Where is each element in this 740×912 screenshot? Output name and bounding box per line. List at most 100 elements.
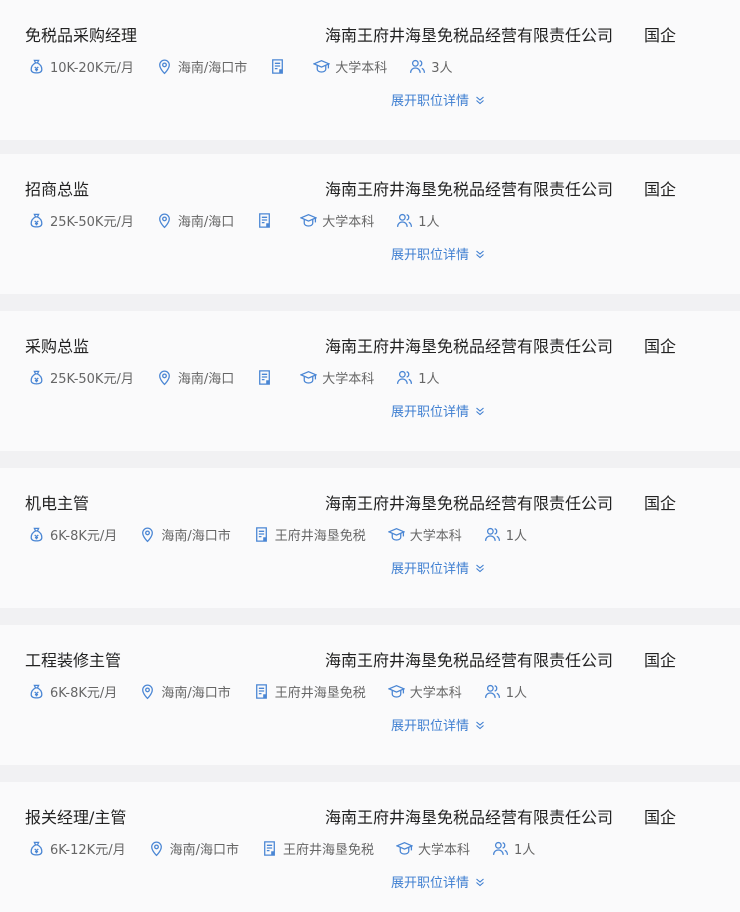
chevron-down-icon[interactable]: [469, 877, 485, 887]
people-icon: [396, 369, 418, 386]
expand-details-label[interactable]: 展开职位详情: [391, 244, 469, 263]
company-name[interactable]: 海南王府井海垦免税品经营有限责任公司: [325, 180, 613, 200]
job-list: 免税品采购经理 海南王府井海垦免税品经营有限责任公司 国企 10K-20K元/月…: [0, 0, 740, 912]
expand-details-link[interactable]: 展开职位详情: [391, 715, 485, 734]
salary-text: 10K-20K元/月: [50, 60, 134, 76]
headcount-item: 1人: [396, 211, 440, 230]
headcount-item: 1人: [484, 682, 527, 701]
company-type: 国企: [644, 180, 677, 199]
headcount-text: 1人: [418, 214, 440, 230]
education-text: 大学本科: [335, 60, 388, 76]
education-item: 大学本科: [387, 682, 462, 701]
job-card[interactable]: 免税品采购经理 海南王府井海垦免税品经营有限责任公司 国企 10K-20K元/月…: [0, 0, 740, 140]
salary-text: 6K-8K元/月: [50, 685, 118, 701]
document-icon: [253, 683, 275, 700]
salary-text: 6K-8K元/月: [50, 528, 118, 544]
department-item: [256, 369, 278, 386]
chevron-down-icon[interactable]: [469, 406, 485, 416]
location-text: 海南/海口市: [161, 528, 231, 544]
education-item: 大学本科: [395, 839, 470, 858]
company-type: 国企: [644, 494, 677, 513]
job-title[interactable]: 工程装修主管: [25, 651, 121, 671]
location-pin-icon: [139, 683, 161, 700]
headcount-item: 1人: [492, 839, 535, 858]
location-text: 海南/海口市: [161, 685, 231, 701]
company-name[interactable]: 海南王府井海垦免税品经营有限责任公司: [325, 26, 613, 46]
salary-item: 25K-50K元/月: [28, 211, 134, 230]
job-meta: 25K-50K元/月 海南/海口 大学本科 1人: [28, 210, 462, 230]
graduation-cap-icon: [387, 526, 410, 543]
location-pin-icon: [139, 526, 161, 543]
education-text: 大学本科: [409, 685, 462, 701]
location-item: 海南/海口市: [139, 682, 231, 701]
expand-details-label[interactable]: 展开职位详情: [391, 558, 469, 577]
department-text: 王府井海垦免税: [274, 685, 366, 701]
location-pin-icon: [148, 840, 170, 857]
people-icon: [396, 212, 418, 229]
location-item: 海南/海口: [156, 368, 234, 387]
location-item: 海南/海口: [156, 211, 234, 230]
chevron-down-icon[interactable]: [469, 720, 485, 730]
chevron-down-icon[interactable]: [469, 95, 485, 105]
job-title[interactable]: 报关经理/主管: [25, 808, 126, 828]
job-title[interactable]: 招商总监: [25, 180, 89, 200]
expand-details-label[interactable]: 展开职位详情: [391, 401, 469, 420]
headcount-text: 3人: [431, 60, 453, 76]
salary-item: 6K-12K元/月: [28, 839, 126, 858]
chevron-down-icon[interactable]: [469, 563, 485, 573]
expand-details-link[interactable]: 展开职位详情: [391, 244, 485, 263]
headcount-item: 1人: [484, 525, 527, 544]
job-title[interactable]: 采购总监: [25, 337, 89, 357]
expand-details-link[interactable]: 展开职位详情: [391, 872, 485, 891]
people-icon: [409, 58, 431, 75]
expand-details-label[interactable]: 展开职位详情: [391, 872, 469, 891]
job-card[interactable]: 报关经理/主管 海南王府井海垦免税品经营有限责任公司 国企 6K-12K元/月 …: [0, 782, 740, 912]
job-card[interactable]: 工程装修主管 海南王府井海垦免税品经营有限责任公司 国企 6K-8K元/月 海南…: [0, 625, 740, 765]
job-card[interactable]: 采购总监 海南王府井海垦免税品经营有限责任公司 国企 25K-50K元/月 海南…: [0, 311, 740, 451]
job-meta: 10K-20K元/月 海南/海口市 大学本科 3人: [28, 56, 475, 76]
company-type: 国企: [644, 337, 677, 356]
department-text: 王府井海垦免税: [274, 528, 366, 544]
people-icon: [492, 840, 514, 857]
location-item: 海南/海口市: [139, 525, 231, 544]
job-meta: 25K-50K元/月 海南/海口 大学本科 1人: [28, 367, 462, 387]
salary-text: 25K-50K元/月: [50, 371, 134, 387]
job-meta: 6K-8K元/月 海南/海口市 王府井海垦免税 大学本科 1人: [28, 524, 549, 544]
company-name[interactable]: 海南王府井海垦免税品经营有限责任公司: [325, 651, 613, 671]
location-pin-icon: [156, 212, 178, 229]
graduation-cap-icon: [313, 58, 335, 75]
job-title[interactable]: 免税品采购经理: [25, 26, 137, 46]
document-icon: [261, 840, 283, 857]
graduation-cap-icon: [300, 369, 322, 386]
money-bag-icon: [28, 58, 50, 75]
expand-details-link[interactable]: 展开职位详情: [391, 558, 485, 577]
job-meta: 6K-8K元/月 海南/海口市 王府井海垦免税 大学本科 1人: [28, 681, 549, 701]
chevron-down-icon[interactable]: [469, 249, 485, 259]
job-card[interactable]: 机电主管 海南王府井海垦免税品经营有限责任公司 国企 6K-8K元/月 海南/海…: [0, 468, 740, 608]
education-item: 大学本科: [387, 525, 462, 544]
education-text: 大学本科: [322, 214, 375, 230]
salary-item: 6K-8K元/月: [28, 682, 117, 701]
expand-details-label[interactable]: 展开职位详情: [391, 90, 469, 109]
education-item: 大学本科: [300, 211, 374, 230]
expand-details-label[interactable]: 展开职位详情: [391, 715, 469, 734]
money-bag-icon: [28, 683, 50, 700]
location-text: 海南/海口: [177, 214, 235, 230]
graduation-cap-icon: [395, 840, 418, 857]
job-title[interactable]: 机电主管: [25, 494, 89, 514]
money-bag-icon: [28, 369, 50, 386]
job-card[interactable]: 招商总监 海南王府井海垦免税品经营有限责任公司 国企 25K-50K元/月 海南…: [0, 154, 740, 294]
location-pin-icon: [156, 58, 178, 75]
department-text: 王府井海垦免税: [282, 842, 374, 858]
company-name[interactable]: 海南王府井海垦免税品经营有限责任公司: [325, 808, 613, 828]
graduation-cap-icon: [387, 683, 410, 700]
company-name[interactable]: 海南王府井海垦免税品经营有限责任公司: [325, 337, 613, 357]
expand-details-link[interactable]: 展开职位详情: [391, 401, 485, 420]
department-item: [256, 212, 278, 229]
expand-details-link[interactable]: 展开职位详情: [391, 90, 485, 109]
department-item: 王府井海垦免税: [253, 682, 366, 701]
company-name[interactable]: 海南王府井海垦免税品经营有限责任公司: [325, 494, 613, 514]
company-type: 国企: [644, 26, 677, 45]
document-icon: [256, 369, 278, 386]
people-icon: [484, 683, 506, 700]
